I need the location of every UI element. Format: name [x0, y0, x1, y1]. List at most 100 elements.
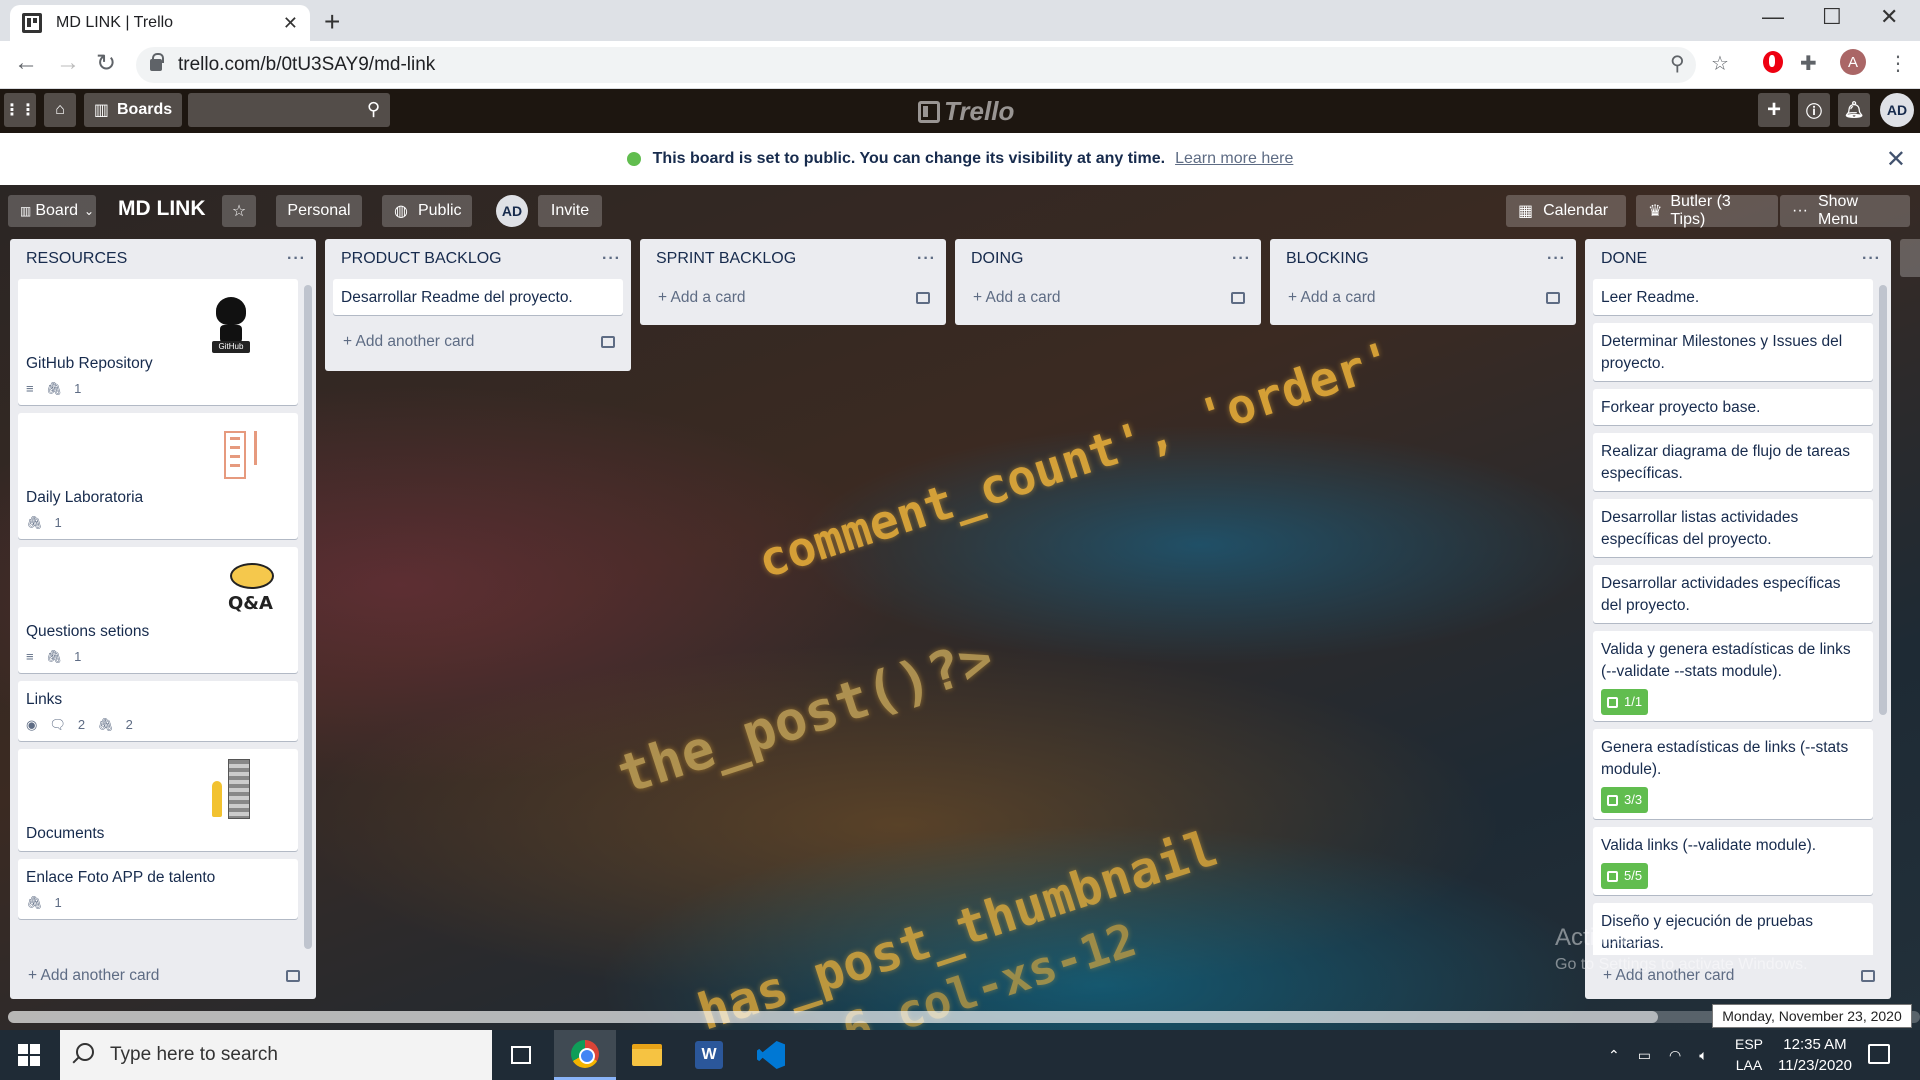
card[interactable]: Daily Laboratoria 🖇︎ 1 — [18, 413, 298, 539]
header-search-input[interactable]: ⚲ — [188, 93, 390, 127]
address-bar[interactable]: trello.com/b/0tU3SAY9/md-link — [136, 47, 1696, 83]
board-title[interactable]: MD LINK — [118, 197, 206, 221]
list-header[interactable]: PRODUCT BACKLOG ··· — [325, 239, 631, 279]
info-icon[interactable]: ⓘ — [1798, 93, 1830, 127]
boards-button[interactable]: ▥ Boards — [84, 93, 182, 127]
add-card-button[interactable]: + Add another card — [10, 957, 316, 995]
board-view-switcher[interactable]: ▥ Board ⌄ — [8, 195, 96, 227]
card[interactable]: Q&A Questions setions ≡ 🖇︎ 1 — [18, 547, 298, 673]
forward-arrow-icon[interactable]: → — [56, 49, 80, 77]
card[interactable]: Leer Readme. — [1593, 279, 1873, 315]
input-language[interactable]: ESP LAA — [1732, 1034, 1766, 1076]
bookmark-star-icon[interactable]: ☆ — [1711, 51, 1729, 76]
search-icon[interactable]: ⚲ — [367, 99, 380, 120]
card[interactable]: Documents — [18, 749, 298, 851]
card-template-icon[interactable] — [601, 336, 615, 348]
volume-icon[interactable]: 🔈︎ — [1699, 1047, 1707, 1064]
apps-grid-icon[interactable]: ⋮⋮ — [4, 93, 36, 127]
minimize-button[interactable]: — — [1762, 4, 1784, 30]
list-scrollbar[interactable] — [1879, 285, 1887, 715]
member-avatar[interactable]: AD — [1880, 93, 1914, 127]
trello-logo[interactable]: Trello — [918, 96, 1014, 127]
add-card-button[interactable]: + Add another card — [325, 323, 631, 361]
taskbar-chrome[interactable] — [554, 1030, 616, 1080]
list-header[interactable]: RESOURCES ··· — [10, 239, 316, 279]
card[interactable]: Realizar diagrama de flujo de tareas esp… — [1593, 433, 1873, 491]
list-title[interactable]: SPRINT BACKLOG — [656, 250, 796, 268]
scrollbar-thumb[interactable] — [8, 1011, 1658, 1023]
card[interactable]: GitHub GitHub Repository ≡ 🖇︎ 1 — [18, 279, 298, 405]
list-title[interactable]: PRODUCT BACKLOG — [341, 250, 502, 268]
home-icon[interactable]: ⌂ — [44, 93, 76, 127]
list-title[interactable]: BLOCKING — [1286, 250, 1369, 268]
card[interactable]: Forkear proyecto base. — [1593, 389, 1873, 425]
team-button[interactable]: Personal — [276, 195, 362, 227]
new-tab-button[interactable]: + — [324, 6, 340, 38]
task-view-button[interactable] — [490, 1030, 552, 1080]
board-member-avatar[interactable]: AD — [496, 195, 528, 227]
opera-extension-icon[interactable] — [1763, 51, 1783, 73]
list-menu-icon[interactable]: ··· — [1862, 250, 1881, 268]
chrome-menu-icon[interactable]: ⋮ — [1888, 51, 1908, 76]
tab-close-icon[interactable]: ✕ — [283, 13, 298, 34]
card[interactable]: Genera estadísticas de links (--stats mo… — [1593, 729, 1873, 819]
taskbar-clock[interactable]: 12:35 AM 11/23/2020 — [1772, 1034, 1858, 1076]
taskbar-file-explorer[interactable] — [616, 1030, 678, 1080]
list-title[interactable]: RESOURCES — [26, 250, 127, 268]
learn-more-link[interactable]: Learn more here — [1175, 150, 1293, 168]
list-menu-icon[interactable]: ··· — [1232, 250, 1251, 268]
card-template-icon[interactable] — [916, 292, 930, 304]
tray-chevron-up-icon[interactable]: ⌃ — [1608, 1047, 1620, 1064]
add-card-button[interactable]: + Add a card — [640, 279, 946, 317]
add-card-button[interactable]: + Add a card — [1270, 279, 1576, 317]
reload-icon[interactable]: ↻ — [96, 49, 116, 78]
zoom-icon[interactable]: ⚲ — [1670, 51, 1685, 76]
extensions-puzzle-icon[interactable]: ✚ — [1800, 51, 1817, 76]
card-template-icon[interactable] — [1861, 970, 1875, 982]
taskbar-vscode[interactable] — [740, 1030, 802, 1080]
url-text[interactable]: trello.com/b/0tU3SAY9/md-link — [178, 54, 435, 76]
butler-button[interactable]: ♛ Butler (3 Tips) — [1636, 193, 1778, 228]
card[interactable]: Desarrollar listas actividades específic… — [1593, 499, 1873, 557]
card-template-icon[interactable] — [1231, 292, 1245, 304]
card[interactable]: Enlace Foto APP de talento 🖇︎ 1 — [18, 859, 298, 919]
list-scrollbar[interactable] — [304, 285, 312, 949]
card[interactable]: Desarrollar Readme del proyecto. — [333, 279, 623, 315]
calendar-button[interactable]: ▦ Calendar — [1506, 195, 1626, 227]
list-title[interactable]: DONE — [1601, 250, 1647, 268]
card[interactable]: Valida links (--validate module). 5/5 — [1593, 827, 1873, 895]
card[interactable]: Desarrollar actividades específicas del … — [1593, 565, 1873, 623]
profile-avatar[interactable]: A — [1840, 49, 1866, 75]
create-plus-icon[interactable]: + — [1758, 93, 1790, 127]
list-header[interactable]: BLOCKING ··· — [1270, 239, 1576, 279]
list-menu-icon[interactable]: ··· — [287, 250, 306, 268]
list-menu-icon[interactable]: ··· — [602, 250, 621, 268]
list-menu-icon[interactable]: ··· — [1547, 250, 1566, 268]
board-horizontal-scrollbar[interactable] — [8, 1011, 1920, 1023]
list-header[interactable]: SPRINT BACKLOG ··· — [640, 239, 946, 279]
taskbar-search-box[interactable]: Type here to search — [60, 1030, 492, 1080]
list-header[interactable]: DONE ··· — [1585, 239, 1891, 279]
taskbar-word[interactable]: W — [678, 1030, 740, 1080]
lock-icon[interactable] — [150, 53, 164, 71]
windows-start-icon[interactable] — [18, 1044, 40, 1066]
card-template-icon[interactable] — [286, 970, 300, 982]
battery-icon[interactable]: ▭ — [1638, 1047, 1651, 1064]
list-title[interactable]: DOING — [971, 250, 1023, 268]
browser-tab[interactable]: MD LINK | Trello ✕ — [10, 5, 310, 41]
visibility-button[interactable]: ◍ Public — [382, 195, 472, 227]
card[interactable]: Valida y genera estadísticas de links (-… — [1593, 631, 1873, 721]
notifications-bell-icon[interactable]: 🔔︎ — [1838, 93, 1870, 127]
wifi-icon[interactable]: ◠ — [1669, 1047, 1681, 1064]
list-menu-icon[interactable]: ··· — [917, 250, 936, 268]
close-banner-icon[interactable]: ✕ — [1886, 145, 1906, 174]
list-header[interactable]: DOING ··· — [955, 239, 1261, 279]
star-board-icon[interactable]: ☆ — [222, 195, 256, 227]
add-card-button[interactable]: + Add a card — [955, 279, 1261, 317]
close-window-button[interactable]: ✕ — [1880, 4, 1898, 30]
add-list-button-edge[interactable] — [1900, 239, 1920, 277]
card-template-icon[interactable] — [1546, 292, 1560, 304]
maximize-button[interactable]: ☐ — [1822, 4, 1842, 30]
card[interactable]: Determinar Milestones y Issues del proye… — [1593, 323, 1873, 381]
back-arrow-icon[interactable]: ← — [14, 49, 38, 77]
